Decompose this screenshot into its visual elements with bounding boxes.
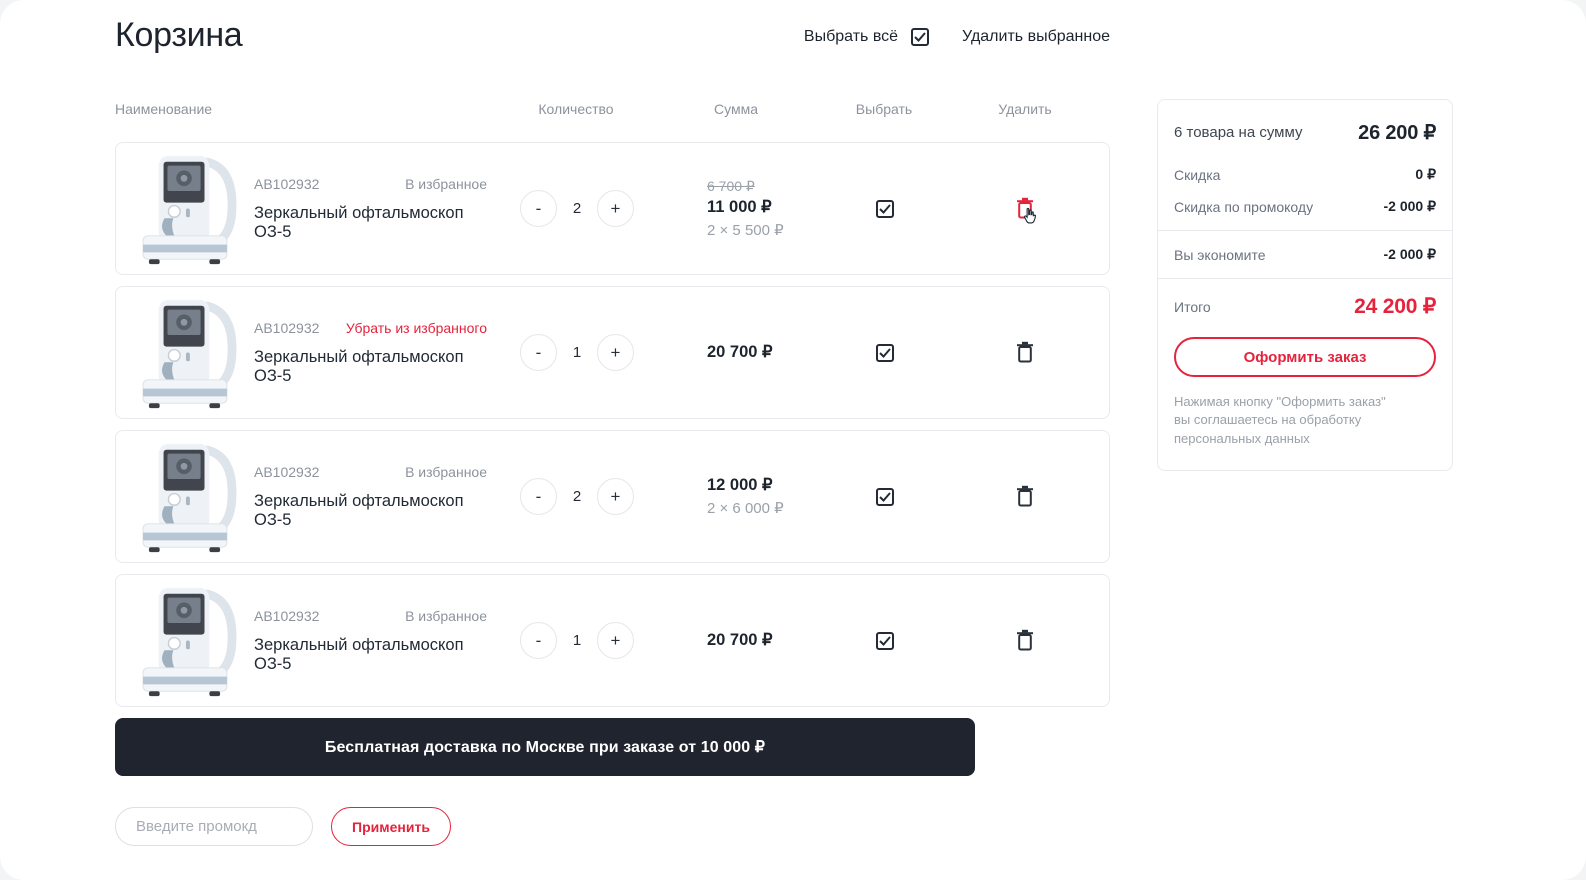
- items-count-label: 6 товара на сумму: [1174, 124, 1302, 141]
- cart-item-row: AB102932 В избранное Зеркальный офтальмо…: [115, 574, 1110, 707]
- trash-icon: [1015, 629, 1035, 651]
- quantity-value: 1: [572, 632, 582, 649]
- product-image: [125, 294, 245, 411]
- favorite-link[interactable]: В избранное: [405, 608, 487, 624]
- increase-qty-button[interactable]: +: [597, 190, 634, 227]
- trash-icon: [1015, 341, 1035, 363]
- favorite-link[interactable]: Убрать из избранного: [346, 320, 487, 336]
- cart-page: Выбрать всё Удалить выбранное Корзина На…: [0, 0, 1586, 880]
- product-image: [125, 150, 245, 267]
- total-label: Итого: [1174, 299, 1211, 315]
- free-delivery-text: Бесплатная доставка по Москве при заказе…: [325, 737, 765, 757]
- product-article: AB102932: [254, 464, 319, 480]
- check-icon: [879, 636, 891, 646]
- check-icon: [879, 204, 891, 214]
- product-name: Зеркальный офтальмоскоп ОЗ-5: [254, 636, 487, 674]
- price: 11 000 ₽: [707, 196, 829, 220]
- promo-code-input[interactable]: [115, 807, 313, 846]
- product-name: Зеркальный офтальмоскоп ОЗ-5: [254, 492, 487, 530]
- apply-promo-button[interactable]: Применить: [331, 807, 451, 846]
- cursor-pointer-icon: [1020, 206, 1039, 225]
- delete-item-button[interactable]: [1014, 485, 1036, 509]
- increase-qty-button[interactable]: +: [597, 334, 634, 371]
- decrease-qty-button[interactable]: -: [520, 190, 557, 227]
- total-value: 24 200 ₽: [1354, 294, 1436, 319]
- product-article: AB102932: [254, 320, 319, 336]
- delete-item-button[interactable]: [1014, 341, 1036, 365]
- favorite-link[interactable]: В избранное: [405, 464, 487, 480]
- favorite-link[interactable]: В избранное: [405, 176, 487, 192]
- product-image: [125, 582, 245, 699]
- promo-discount-label: Скидка по промокоду: [1174, 199, 1313, 215]
- price-breakdown: 2 × 6 000 ₽: [707, 498, 829, 520]
- decrease-qty-button[interactable]: -: [520, 334, 557, 371]
- item-checkbox[interactable]: [876, 200, 894, 218]
- product-article: AB102932: [254, 608, 319, 624]
- check-icon: [879, 348, 891, 358]
- quantity-stepper: - 2 +: [498, 478, 656, 515]
- cart-item-row: AB102932 В избранное Зеркальный офтальмо…: [115, 142, 1110, 275]
- price: 20 700 ₽: [707, 629, 829, 653]
- check-icon: [879, 492, 891, 502]
- item-checkbox[interactable]: [876, 344, 894, 362]
- column-header-sum: Сумма: [706, 101, 828, 117]
- column-header-delete: Удалить: [940, 101, 1110, 117]
- price-breakdown: 2 × 5 500 ₽: [707, 220, 829, 242]
- quantity-value: 2: [572, 200, 582, 217]
- delete-item-button[interactable]: [1014, 197, 1036, 221]
- discount-value: 0 ₽: [1415, 166, 1436, 183]
- decrease-qty-button[interactable]: -: [520, 622, 557, 659]
- summary-divider: [1158, 230, 1452, 231]
- promo-section: Применить: [115, 807, 1110, 846]
- quantity-value: 2: [572, 488, 582, 505]
- free-delivery-banner: Бесплатная доставка по Москве при заказе…: [115, 718, 975, 776]
- column-header-name: Наименование: [115, 101, 497, 117]
- column-header-select: Выбрать: [828, 101, 940, 117]
- quantity-stepper: - 1 +: [498, 622, 656, 659]
- price: 20 700 ₽: [707, 341, 829, 365]
- quantity-stepper: - 1 +: [498, 334, 656, 371]
- savings-label: Вы экономите: [1174, 247, 1266, 263]
- discount-label: Скидка: [1174, 167, 1220, 183]
- decrease-qty-button[interactable]: -: [520, 478, 557, 515]
- increase-qty-button[interactable]: +: [597, 622, 634, 659]
- increase-qty-button[interactable]: +: [597, 478, 634, 515]
- checkout-disclaimer: Нажимая кнопку "Оформить заказ" вы согла…: [1174, 393, 1404, 448]
- product-image: [125, 438, 245, 555]
- product-article: AB102932: [254, 176, 319, 192]
- page-title: Корзина: [115, 16, 1110, 55]
- product-name: Зеркальный офтальмоскоп ОЗ-5: [254, 348, 487, 386]
- summary-divider: [1158, 278, 1452, 279]
- old-price: 6 700 ₽: [707, 176, 829, 196]
- column-header-qty: Количество: [497, 101, 655, 117]
- product-name: Зеркальный офтальмоскоп ОЗ-5: [254, 204, 487, 242]
- table-header: Наименование Количество Сумма Выбрать Уд…: [115, 100, 1110, 118]
- item-checkbox[interactable]: [876, 488, 894, 506]
- cart-items-list: AB102932 В избранное Зеркальный офтальмо…: [115, 142, 1110, 707]
- quantity-value: 1: [572, 344, 582, 361]
- price: 12 000 ₽: [707, 474, 829, 498]
- trash-icon: [1015, 485, 1035, 507]
- promo-discount-value: -2 000 ₽: [1384, 198, 1437, 215]
- cart-item-row: AB102932 Убрать из избранного Зеркальный…: [115, 286, 1110, 419]
- delete-item-button[interactable]: [1014, 629, 1036, 653]
- quantity-stepper: - 2 +: [498, 190, 656, 227]
- cart-item-row: AB102932 В избранное Зеркальный офтальмо…: [115, 430, 1110, 563]
- item-checkbox[interactable]: [876, 632, 894, 650]
- order-summary: 6 товара на сумму 26 200 ₽ Скидка 0 ₽ Ск…: [1157, 99, 1453, 471]
- savings-value: -2 000 ₽: [1384, 246, 1437, 263]
- subtotal-value: 26 200 ₽: [1358, 120, 1436, 145]
- checkout-button[interactable]: Оформить заказ: [1174, 337, 1436, 377]
